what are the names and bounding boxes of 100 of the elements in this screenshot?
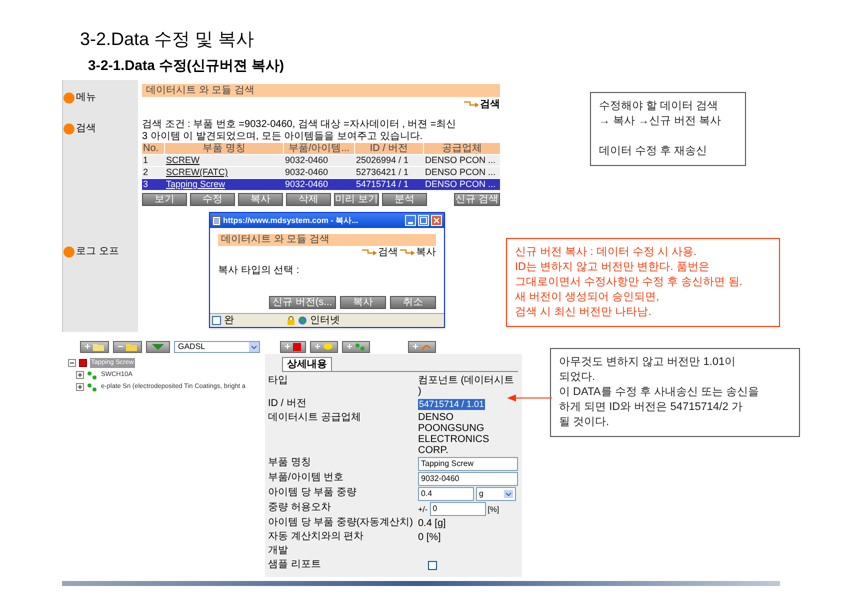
toolbar-button[interactable] — [280, 340, 306, 352]
column-header[interactable]: 공급업체 — [424, 143, 500, 154]
dot-icon — [63, 122, 75, 134]
field-value: 54715714 / 1.01 — [418, 398, 486, 410]
column-header[interactable]: 부품 명칭 — [165, 143, 283, 154]
column-header[interactable]: ID / 버전 — [355, 143, 423, 154]
field-prefix: +/- — [418, 504, 428, 514]
copy-type-label: 복사 타입의 선택 : — [218, 264, 300, 278]
table-row[interactable]: 1 SCREW 9032-0460 25026994 / 1 DENSO PCON ... — [142, 155, 500, 166]
field-label: 데이터시트 공급업체 — [268, 412, 362, 424]
field-label: 부품 명칭 — [268, 457, 312, 469]
unit-dropdown[interactable]: g — [476, 487, 516, 501]
section-header: 데이터시트 와 모듈 검색 — [218, 234, 436, 246]
field-label: 자동 계산치와의 편차 — [268, 531, 365, 543]
arrow-icon — [362, 249, 378, 256]
globe-icon — [298, 316, 307, 325]
field-label: ID / 버전 — [268, 398, 308, 410]
zone-text: 인터넷 — [310, 314, 340, 328]
note-line: ID는 변하지 않고 버전만 변한다. 품번은 — [515, 260, 710, 275]
square-icon — [293, 342, 301, 350]
close-icon — [433, 217, 440, 224]
table-cell-text: 52736421 / 1 — [355, 167, 410, 178]
note-line: 새 버전이 생성되어 승인되면, — [515, 290, 660, 305]
node-icon — [355, 342, 365, 350]
plus-icon — [413, 344, 418, 349]
breadcrumb-link[interactable]: 복사 — [416, 245, 436, 260]
arrow-icon — [400, 249, 416, 256]
dot-icon — [63, 92, 75, 104]
input-field[interactable]: Tapping Screw — [418, 457, 518, 471]
logout-link[interactable]: 로그 오프 — [76, 244, 119, 259]
maximize-icon — [420, 217, 427, 224]
folder-icon — [93, 342, 104, 350]
table-cell-text: 25026994 / 1 — [355, 155, 410, 166]
minimize-button[interactable] — [405, 215, 416, 226]
input-field[interactable]: 9032-0460 — [418, 472, 518, 486]
breadcrumb-link[interactable]: 검색 — [480, 96, 500, 112]
plus-icon — [315, 344, 320, 349]
note-line: 그대로이면서 수정사항만 수정 후 송신하면 됨. — [515, 275, 744, 290]
page-icon — [212, 216, 221, 226]
field-label: 샘플 리포트 — [268, 559, 322, 571]
sidebar-item[interactable]: 검색 — [76, 121, 96, 136]
table-cell-text: 3 — [142, 179, 150, 190]
column-header[interactable]: No. — [142, 143, 164, 154]
filter-icon — [151, 342, 165, 350]
field-unit: [%] — [488, 504, 500, 514]
sidebar-item[interactable]: 메뉴 — [76, 90, 96, 105]
dot-icon — [63, 246, 75, 258]
table-cell-text: Tapping Screw — [165, 179, 226, 190]
expand-icon[interactable] — [76, 383, 84, 391]
folder-icon — [126, 342, 137, 350]
toolbar-button[interactable] — [310, 340, 338, 352]
expand-icon[interactable] — [76, 371, 84, 379]
note-line: 하게 되면 ID와 버전은 54715714/2 가 — [559, 400, 744, 415]
field-label: 부품/아이템 번호 — [268, 472, 345, 484]
table-row[interactable]: 3 Tapping Screw 9032-0460 54715714 / 1 DENSO PCON ... — [142, 179, 500, 190]
status-text: 완 — [224, 314, 235, 328]
close-button[interactable] — [431, 215, 442, 226]
node-icon — [87, 370, 97, 380]
toolbar-button[interactable] — [113, 340, 142, 352]
field-label: 아이템 당 부품 중량(자동계산치) — [268, 517, 414, 529]
table-cell-text: 1 — [142, 155, 150, 166]
toolbar-button[interactable] — [408, 340, 436, 352]
pointer-arrow — [507, 394, 552, 402]
note-line: 이 DATA를 수정 후 사내송신 또는 송신을 — [559, 385, 760, 400]
breadcrumb-link[interactable]: 검색 — [378, 245, 398, 260]
collapse-icon[interactable] — [68, 359, 76, 367]
plus-icon — [285, 344, 290, 349]
dialog-title: https://www.mdsystem.com - 복사... — [223, 214, 360, 226]
input-field[interactable]: 0 — [430, 502, 486, 516]
table-cell-text: SCREW(FATC) — [165, 167, 229, 178]
toolbar-button[interactable] — [80, 340, 109, 352]
slide-subtitle: 3-2-1.Data 수정(신규버젼 복사) — [88, 56, 286, 74]
lock-icon — [287, 316, 295, 325]
toolbar-button[interactable] — [342, 340, 370, 352]
field-value: DENSO POONGSUNG ELECTRONICS CORP. — [418, 412, 490, 456]
minus-icon — [118, 344, 123, 349]
result-message: 3 아이템 이 발견되었으며, 모든 아이템들을 보여주고 있습니다. — [142, 131, 424, 143]
filter-button[interactable] — [146, 340, 170, 352]
field-value: 0 [%] — [418, 532, 441, 542]
table-cell-text: DENSO PCON ... — [424, 167, 497, 178]
field-label: 타입 — [268, 375, 289, 387]
table-row[interactable]: 2 SCREW(FATC) 9032-0460 52736421 / 1 DENSO PCON ... — [142, 167, 500, 178]
input-field[interactable]: 0.4 — [418, 487, 474, 501]
note-line: 수정해야 할 데이터 검색 — [599, 99, 720, 114]
checkbox[interactable] — [428, 560, 437, 570]
node-icon — [87, 382, 97, 392]
maximize-button[interactable] — [418, 215, 429, 226]
field-label: 아이템 당 부품 중량 — [268, 487, 358, 499]
tab[interactable]: 상세내용 — [282, 357, 332, 371]
column-header[interactable]: 부품/아이템... — [284, 143, 354, 154]
section-header: 데이터시트 와 모듈 검색 — [142, 84, 500, 97]
table-cell-text: SCREW — [165, 155, 200, 166]
page-icon — [212, 316, 221, 325]
table-cell-text: 9032-0460 — [284, 155, 330, 166]
list-dropdown[interactable]: GADSL — [174, 340, 260, 352]
note-line: → 복사 →신규 버전 복사 — [599, 114, 722, 129]
slide-title: 3-2.Data 수정 및 복사 — [80, 28, 256, 50]
table-cell-text: 54715714 / 1 — [355, 179, 410, 190]
table-cell-text: 9032-0460 — [284, 167, 330, 178]
field-value: 0.4 [g] — [418, 518, 446, 528]
